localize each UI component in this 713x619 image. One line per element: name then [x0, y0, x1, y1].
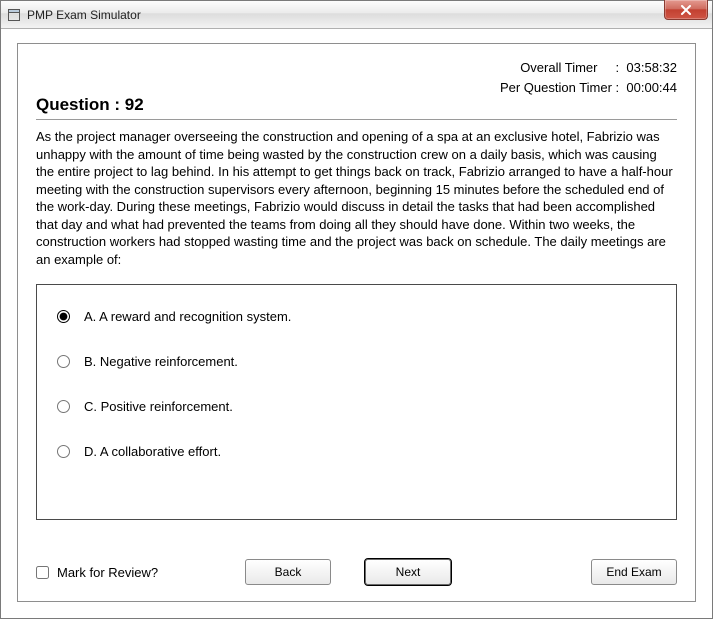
question-header-prefix: Question :	[36, 95, 125, 114]
option-a-label: A. A reward and recognition system.	[84, 309, 291, 324]
option-d[interactable]: D. A collaborative effort.	[57, 444, 656, 459]
option-b-label: B. Negative reinforcement.	[84, 354, 238, 369]
end-exam-button[interactable]: End Exam	[591, 559, 677, 585]
per-question-timer-label: Per Question Timer	[500, 80, 612, 95]
divider	[36, 119, 677, 120]
close-button[interactable]	[664, 0, 708, 20]
timers: Overall Timer : 03:58:32 Per Question Ti…	[36, 58, 677, 97]
option-d-label: D. A collaborative effort.	[84, 444, 221, 459]
option-a[interactable]: A. A reward and recognition system.	[57, 309, 656, 324]
app-window: PMP Exam Simulator Overall Timer : 03:58…	[0, 0, 713, 619]
mark-for-review-label: Mark for Review?	[57, 565, 158, 580]
option-a-radio[interactable]	[57, 310, 70, 323]
question-text: As the project manager overseeing the co…	[36, 128, 677, 268]
footer: Mark for Review? Back Next End Exam	[36, 541, 677, 585]
next-button[interactable]: Next	[365, 559, 451, 585]
option-c-radio[interactable]	[57, 400, 70, 413]
overall-timer-label: Overall Timer	[520, 60, 597, 75]
options-group: A. A reward and recognition system. B. N…	[36, 284, 677, 520]
main-panel: Overall Timer : 03:58:32 Per Question Ti…	[17, 43, 696, 602]
option-b[interactable]: B. Negative reinforcement.	[57, 354, 656, 369]
titlebar: PMP Exam Simulator	[1, 1, 712, 29]
overall-timer-value: 03:58:32	[626, 60, 677, 75]
window-title: PMP Exam Simulator	[27, 8, 141, 22]
option-d-radio[interactable]	[57, 445, 70, 458]
client-area: Overall Timer : 03:58:32 Per Question Ti…	[1, 29, 712, 618]
mark-for-review-checkbox[interactable]	[36, 566, 49, 579]
option-b-radio[interactable]	[57, 355, 70, 368]
app-icon	[7, 8, 21, 22]
per-question-timer-value: 00:00:44	[626, 80, 677, 95]
question-number: 92	[125, 95, 144, 114]
option-c[interactable]: C. Positive reinforcement.	[57, 399, 656, 414]
option-c-label: C. Positive reinforcement.	[84, 399, 233, 414]
mark-for-review[interactable]: Mark for Review?	[36, 565, 158, 580]
back-button[interactable]: Back	[245, 559, 331, 585]
close-icon	[680, 5, 692, 15]
question-header: Question : 92	[36, 95, 677, 115]
overall-timer: Overall Timer : 03:58:32	[36, 58, 677, 78]
